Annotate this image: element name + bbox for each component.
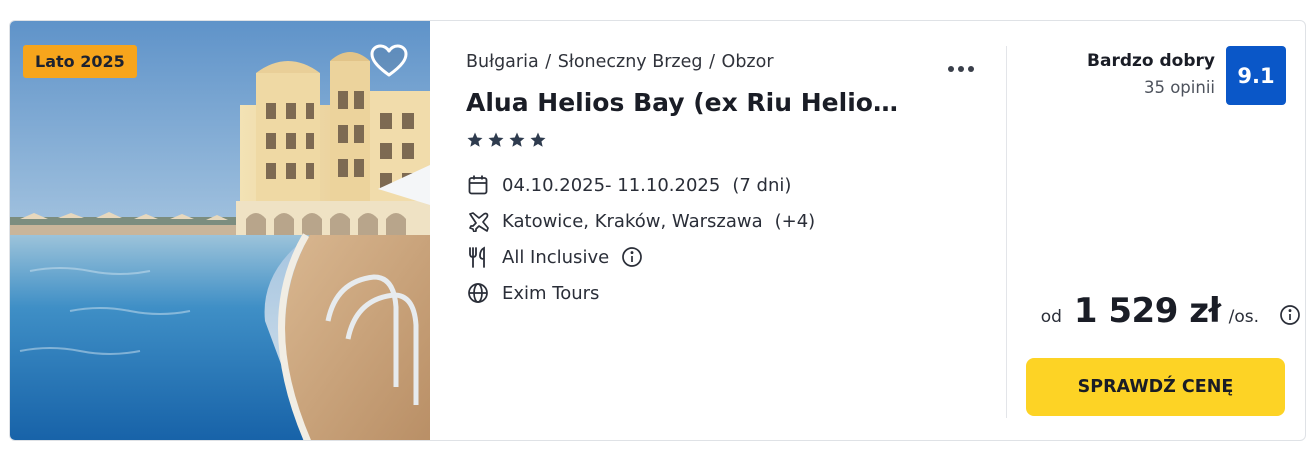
- more-options-button[interactable]: [948, 57, 982, 72]
- more-dots-icon: [968, 66, 974, 72]
- star-icon: [530, 132, 546, 147]
- more-dots-icon: [958, 66, 964, 72]
- cutlery-icon: [466, 245, 490, 269]
- dates-row: 04.10.2025- 11.10.2025 (7 dni): [466, 172, 791, 198]
- star-icon: [509, 132, 525, 147]
- price-unit: /os.: [1228, 307, 1259, 327]
- breadcrumb-region[interactable]: Słoneczny Brzeg: [558, 52, 703, 72]
- breadcrumb-separator: /: [709, 52, 715, 72]
- board-row: All Inclusive: [466, 244, 643, 270]
- calendar-icon: [466, 173, 490, 197]
- departures-text: Katowice, Kraków, Warszawa: [502, 210, 763, 232]
- operator-text: Exim Tours: [502, 282, 600, 304]
- departures-more[interactable]: (+4): [775, 211, 816, 232]
- breadcrumb-separator: /: [545, 52, 552, 72]
- price-line: od 1 529 zł /os.: [1041, 291, 1301, 331]
- check-price-button[interactable]: SPRAWDŹ CENĘ: [1026, 358, 1285, 416]
- rating-label: Bardzo dobry: [1087, 51, 1215, 71]
- more-dots-icon: [948, 66, 954, 72]
- board-text: All Inclusive: [502, 246, 610, 268]
- favorite-button[interactable]: [369, 43, 409, 79]
- airplane-icon: [466, 209, 490, 233]
- season-badge: Lato 2025: [23, 45, 137, 78]
- rating-score-badge: 9.1: [1226, 46, 1286, 105]
- hotel-name[interactable]: Alua Helios Bay (ex Riu Helios ...: [466, 88, 906, 117]
- rating-count[interactable]: 35 opinii: [1144, 78, 1215, 97]
- info-icon[interactable]: [621, 246, 643, 268]
- breadcrumb-country[interactable]: Bułgaria: [466, 52, 539, 72]
- dates-text: 04.10.2025- 11.10.2025: [502, 174, 721, 196]
- price-column: Bardzo dobry 35 opinii 9.1 od 1 529 zł /…: [1007, 21, 1305, 440]
- operator-row: Exim Tours: [466, 280, 599, 306]
- offer-info: Bułgaria / Słoneczny Brzeg / Obzor Alua …: [430, 21, 1007, 440]
- info-icon[interactable]: [1279, 304, 1301, 326]
- heart-icon: [370, 44, 408, 77]
- globe-icon: [466, 281, 490, 305]
- star-icon: [467, 132, 483, 147]
- departures-row: Katowice, Kraków, Warszawa (+4): [466, 208, 815, 234]
- hotel-stars: [466, 131, 547, 149]
- price-from-label: od: [1040, 307, 1062, 327]
- breadcrumb: Bułgaria / Słoneczny Brzeg / Obzor: [466, 52, 774, 72]
- star-icon: [488, 132, 504, 147]
- hotel-photo-image: [10, 21, 430, 440]
- price-amount: 1 529 zł: [1073, 291, 1221, 331]
- duration-text: (7 dni): [732, 174, 792, 196]
- breadcrumb-city[interactable]: Obzor: [722, 52, 774, 72]
- offer-card[interactable]: Lato 2025 Bułgaria / Słoneczny Brzeg / O…: [9, 20, 1306, 441]
- hotel-photo[interactable]: Lato 2025: [10, 21, 430, 440]
